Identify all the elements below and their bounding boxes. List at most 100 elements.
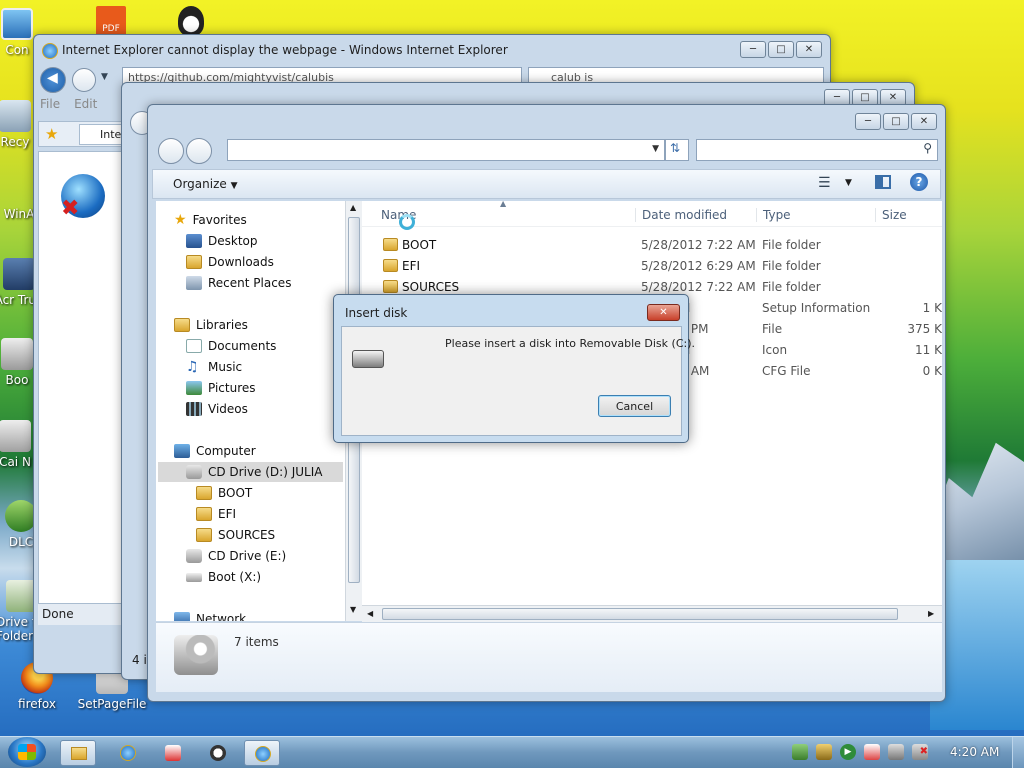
dropdown-arrow-icon[interactable]: ▼ — [652, 144, 659, 154]
folder-icon — [383, 238, 398, 251]
nav-network[interactable]: Network — [174, 609, 246, 621]
taskbar-explorer-button[interactable] — [60, 740, 96, 766]
file-field: 5/28/2012 7:22 AM — [641, 238, 756, 252]
nav-sources-folder[interactable]: SOURCES — [196, 525, 275, 545]
views-icon[interactable]: ☰ — [818, 175, 831, 191]
taskbar-ie-active-button[interactable] — [244, 740, 280, 766]
nav-cd-drive-d[interactable]: CD Drive (D:) JULIA — [158, 462, 343, 482]
music-icon: ♫ — [186, 359, 199, 375]
tray-display-icon[interactable] — [888, 744, 904, 760]
dropdown-arrow-icon[interactable]: ▼ — [845, 178, 852, 188]
navigation-pane[interactable]: ★ Favorites Desktop Downloads Recent Plac… — [156, 201, 345, 621]
insert-disk-dialog[interactable]: Insert disk ✕ Please insert a disk into … — [333, 294, 695, 443]
explorer-address-bar[interactable]: ▼ — [227, 139, 665, 161]
dialog-message: Please insert a disk into Removable Disk… — [445, 337, 695, 350]
nav-favorites[interactable]: ★ Favorites — [174, 210, 247, 230]
ie-icon — [255, 746, 271, 762]
tray-play-icon[interactable]: ▶ — [840, 744, 856, 760]
preview-pane-icon[interactable] — [875, 175, 891, 189]
forward-button[interactable] — [72, 68, 96, 92]
file-field: CFG File — [762, 364, 811, 378]
taskbar-app-button[interactable] — [155, 740, 191, 766]
nav-desktop[interactable]: Desktop — [186, 231, 258, 251]
menu-edit[interactable]: Edit — [74, 97, 97, 111]
scroll-up-arrow-icon[interactable]: ▲ — [350, 203, 356, 212]
cd-drive-icon — [186, 549, 202, 563]
ie-favorites-bar: ★ Inter — [38, 121, 130, 147]
ie-titlebar[interactable]: Internet Explorer cannot display the web… — [34, 35, 830, 63]
back-button[interactable] — [158, 138, 184, 164]
nav-efi-folder[interactable]: EFI — [196, 504, 236, 524]
dropdown-arrow-icon[interactable]: ▼ — [101, 72, 108, 82]
explorer-search-box[interactable]: ⚲ — [696, 139, 938, 161]
help-icon[interactable]: ? — [910, 173, 928, 191]
nav-boot-x[interactable]: Boot (X:) — [186, 567, 261, 587]
favorites-star-icon[interactable]: ★ — [45, 125, 58, 143]
nav-computer[interactable]: Computer — [174, 441, 256, 461]
show-desktop-button[interactable] — [1012, 737, 1024, 768]
minimize-button[interactable]: ─ — [855, 113, 881, 130]
maximize-button[interactable]: □ — [883, 113, 909, 130]
file-field: File — [762, 322, 783, 336]
taskbar-tux-button[interactable] — [200, 740, 236, 766]
minimize-button[interactable]: ─ — [740, 41, 766, 58]
scroll-down-arrow-icon[interactable]: ▼ — [350, 605, 356, 614]
tray-flag-icon[interactable] — [864, 744, 880, 760]
folder-icon — [383, 280, 398, 293]
back-button[interactable]: ◀ — [40, 67, 66, 93]
star-icon: ★ — [174, 212, 187, 228]
file-row[interactable]: BOOT 5/28/2012 7:22 AM File folder — [362, 235, 942, 256]
ie-title: Internet Explorer cannot display the web… — [62, 43, 508, 57]
column-header-type[interactable]: Type — [756, 208, 791, 222]
taskbar-clock[interactable]: 4:20 AM — [950, 745, 999, 759]
file-field: 5/28/2012 7:22 AM — [641, 280, 756, 294]
ie-statusbar: Done — [38, 603, 130, 625]
forward-button[interactable] — [186, 138, 212, 164]
nav-downloads[interactable]: Downloads — [186, 252, 274, 272]
close-button[interactable]: ✕ — [796, 41, 822, 58]
dialog-close-button[interactable]: ✕ — [647, 304, 680, 321]
back-arrow-icon: ◀ — [47, 70, 58, 86]
close-button[interactable]: ✕ — [911, 113, 937, 130]
tray-app-icon[interactable] — [816, 744, 832, 760]
scroll-left-arrow-icon[interactable]: ◀ — [367, 609, 373, 618]
start-button[interactable] — [8, 737, 46, 767]
menu-file[interactable]: File — [40, 97, 60, 111]
taskbar-ie-button[interactable] — [110, 740, 146, 766]
ie-menubar: File Edit — [40, 97, 97, 111]
organize-button[interactable]: Organize ▼ — [173, 177, 238, 191]
tray-network-icon[interactable] — [792, 744, 808, 760]
nav-cd-drive-e[interactable]: CD Drive (E:) — [186, 546, 286, 566]
nav-pictures[interactable]: Pictures — [186, 378, 256, 398]
maximize-button[interactable]: □ — [768, 41, 794, 58]
file-field: File folder — [762, 280, 821, 294]
hscrollbar[interactable]: ◀ ▶ — [362, 605, 942, 622]
windows-logo-icon — [18, 744, 36, 760]
hscroll-thumb[interactable] — [382, 608, 898, 620]
file-field: 5/28/2012 6:29 AM — [641, 259, 756, 273]
file-name: BOOT — [402, 238, 437, 252]
nav-libraries[interactable]: Libraries — [174, 315, 248, 335]
libraries-icon — [174, 318, 190, 332]
videos-icon — [186, 402, 202, 416]
refresh-button[interactable]: ⇅ — [665, 139, 689, 161]
nav-recent-places[interactable]: Recent Places — [186, 273, 291, 293]
file-field: File folder — [762, 238, 821, 252]
column-header-date[interactable]: Date modified — [635, 208, 727, 222]
dialog-title: Insert disk — [345, 306, 408, 320]
column-header-size[interactable]: Size — [875, 208, 907, 222]
computer-icon — [174, 444, 190, 458]
nav-videos[interactable]: Videos — [186, 399, 248, 419]
nav-documents[interactable]: Documents — [186, 336, 276, 356]
nav-boot-folder[interactable]: BOOT — [196, 483, 252, 503]
scroll-right-arrow-icon[interactable]: ▶ — [928, 609, 934, 618]
file-row[interactable]: EFI 5/28/2012 6:29 AM File folder — [362, 256, 942, 277]
file-field: 0 K — [922, 364, 942, 378]
tray-volume-muted-icon[interactable]: ✖ — [912, 744, 928, 760]
nav-music[interactable]: ♫ Music — [186, 357, 242, 377]
cancel-button[interactable]: Cancel — [598, 395, 671, 417]
recycle-bin-icon — [0, 100, 31, 132]
recent-places-icon — [186, 276, 202, 290]
folder-icon — [196, 486, 212, 500]
tux-icon[interactable] — [178, 6, 204, 36]
